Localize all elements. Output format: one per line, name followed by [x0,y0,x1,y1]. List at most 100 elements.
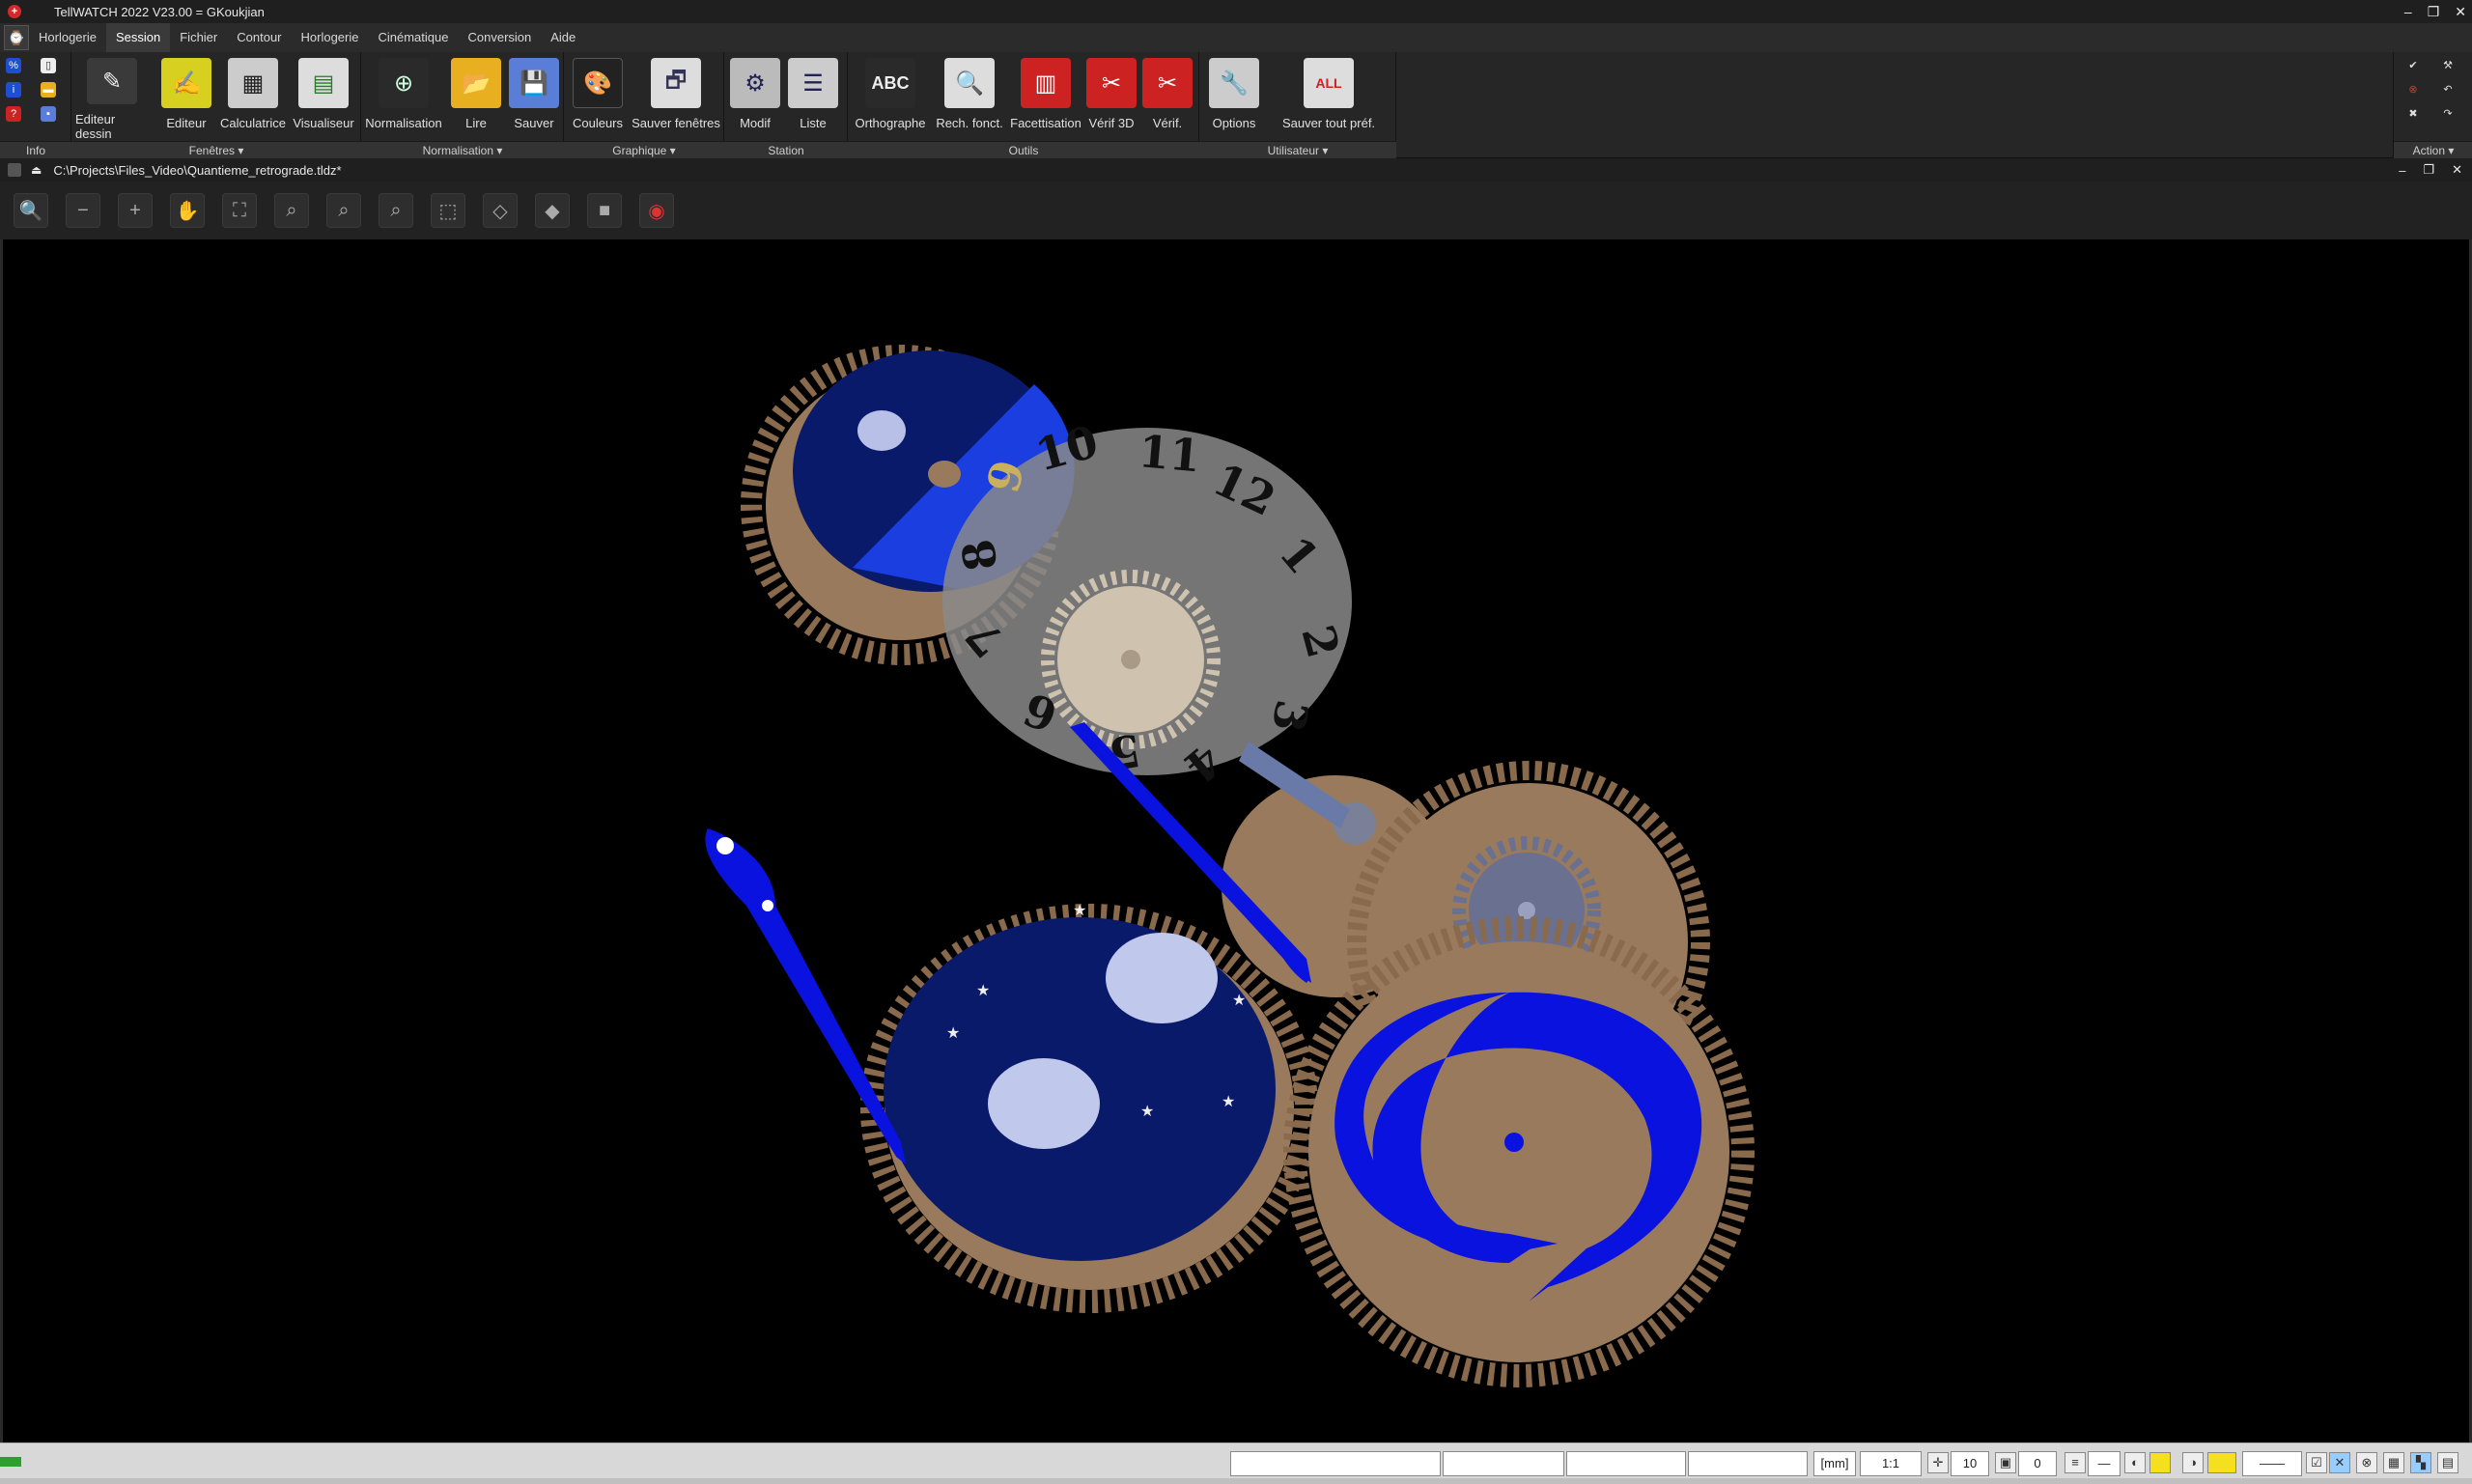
group-caption-graphique[interactable]: Graphique ▾ [564,141,724,158]
layer-field[interactable]: 0 [2018,1451,2057,1476]
close-icon[interactable]: ✕ [2455,4,2466,20]
object-snap-icon[interactable]: ⊗ [2356,1452,2377,1473]
menu-horlogerie[interactable]: Horlogerie [292,23,369,52]
line-style-icon[interactable]: ≡ [2065,1452,2086,1473]
undo-icon[interactable]: ↶ [2440,82,2456,98]
watch-logo-icon[interactable]: ⌚ [4,25,29,50]
verif-button[interactable]: ✂ Vérif. [1141,58,1194,141]
editeur-button[interactable]: ✍ Editeur [161,58,211,141]
document-controls: – ❐ ✕ [2399,158,2462,182]
color-swatch-yellow[interactable] [2149,1452,2171,1473]
cancel-icon[interactable]: ⊗ [2405,82,2421,98]
delete-icon[interactable]: ✖ [2405,106,2421,122]
zoom-realtime-icon[interactable]: ⌕ [379,193,413,228]
tools-icon[interactable]: ⚒ [2440,58,2456,73]
gear-bottom-left: ★ ★ ★ ★ ★ ★ [860,901,1318,1313]
doc-restore-icon[interactable]: ❐ [2423,162,2434,178]
fill-icon[interactable]: ◑ [2182,1452,2204,1473]
orthographe-button[interactable]: ABC Orthographe [852,58,929,141]
action-icons-right: ⚒ ↶ ↷ [2440,58,2456,122]
status-field-2 [1443,1451,1564,1476]
layout-count-icon[interactable]: ▤ [2437,1452,2458,1473]
read-folder-icon: 📂 [451,58,501,108]
sauver-fenetres-button[interactable]: 🗗 Sauver fenêtres [628,58,724,141]
modif-label: Modif [740,116,771,130]
menu-fichier[interactable]: Fichier [170,23,227,52]
info-icon[interactable]: i [6,82,21,98]
3d-viewport[interactable]: 10 11 12 1 2 3 4 5 6 7 8 9 ★ ★ ★ ★ ★ ★ [0,239,2472,1442]
normalisation-button[interactable]: ⊕ Normalisation [363,58,444,141]
group-caption-utilisateur[interactable]: Utilisateur ▾ [1199,141,1396,158]
document-path: C:\Projects\Files_Video\Quantieme_retrog… [53,162,342,178]
zoom-extents-icon[interactable]: ⛶ [222,193,257,228]
zoom-icon[interactable]: 🔍 [14,193,48,228]
layer-icon[interactable]: ▣ [1995,1452,2016,1473]
zoom-previous-icon[interactable]: ⌕ [326,193,361,228]
menu-session[interactable]: Session [105,23,171,52]
ortho-toggle-icon[interactable]: ✕ [2329,1452,2350,1473]
fill-swatch-yellow[interactable] [2207,1452,2236,1473]
status-field-3 [1566,1451,1686,1476]
visualiseur-button[interactable]: ▤ Visualiseur [290,58,357,141]
doc-close-icon[interactable]: ✕ [2452,162,2462,178]
group-caption-action[interactable]: Action ▾ [2394,141,2472,158]
minimize-icon[interactable]: – [2404,4,2412,19]
couleurs-button[interactable]: 🎨 Couleurs [568,58,628,141]
menu-horlogerie-main[interactable]: Horlogerie [29,23,106,52]
group-caption-fenetres[interactable]: Fenêtres ▾ [71,141,361,158]
line-style-field[interactable]: — [2088,1451,2121,1476]
group-caption-normalisation[interactable]: Normalisation ▾ [361,141,564,158]
options-button[interactable]: 🔧 Options [1205,58,1263,141]
pan-hand-icon[interactable]: ✋ [170,193,205,228]
calculatrice-button[interactable]: ▦ Calculatrice [218,58,288,141]
doc-minimize-icon[interactable]: – [2399,163,2405,178]
sauver-button[interactable]: 💾 Sauver [508,58,560,141]
view-toolbar: 🔍 − + ✋ ⛶ ⌕ ⌕ ⌕ ⬚ ◇ ◆ ■ ◉ [0,182,2472,239]
verif-3d-button[interactable]: ✂ Vérif 3D [1080,58,1143,141]
calculatrice-label: Calculatrice [220,116,286,130]
eject-icon[interactable]: ⏏ [31,163,42,177]
scale-field[interactable]: 1:1 [1860,1451,1922,1476]
status-bottom-strip [0,1478,2472,1484]
lire-label: Lire [465,116,487,130]
lire-button[interactable]: 📂 Lire [451,58,501,141]
liste-button[interactable]: ☰ Liste [786,58,840,141]
orbit-icon[interactable]: ◉ [639,193,674,228]
redo-icon[interactable]: ↷ [2440,106,2456,122]
sauver-tout-pref-button[interactable]: ALL Sauver tout préf. [1275,58,1383,141]
grid-display-icon[interactable]: ▦ [2383,1452,2404,1473]
rech-fonct-button[interactable]: 🔍 Rech. fonct. [931,58,1008,141]
help-icon[interactable]: ? [6,106,21,122]
facet-icon: ▥ [1021,58,1071,108]
save-disk-icon[interactable]: ▪ [41,106,56,122]
percent-icon[interactable]: % [6,58,21,73]
hidden-line-cube-icon[interactable]: ◆ [535,193,570,228]
new-file-icon[interactable]: ▯ [41,58,56,73]
viewport-layout-icon[interactable]: ▚ [2410,1452,2431,1473]
grid-snap-icon[interactable]: ✛ [1927,1452,1949,1473]
status-field-1 [1230,1451,1441,1476]
date-dial: 10 11 12 1 2 3 4 5 6 7 8 9 [942,415,1352,794]
unit-field[interactable]: [mm] [1813,1451,1856,1476]
wireframe-cube-icon[interactable]: ◇ [483,193,518,228]
liste-label: Liste [800,116,827,130]
zoom-out-icon[interactable]: − [66,193,100,228]
menu-cinematique[interactable]: Cinématique [368,23,458,52]
snap-toggle-icon[interactable]: ☑ [2306,1452,2327,1473]
modif-button[interactable]: ⚙ Modif [730,58,780,141]
zoom-in-icon[interactable]: + [118,193,153,228]
zoom-window-icon[interactable]: ⌕ [274,193,309,228]
menu-conversion[interactable]: Conversion [458,23,541,52]
shaded-cube-icon[interactable]: ■ [587,193,622,228]
line-weight-field[interactable]: —— [2242,1451,2302,1476]
restore-icon[interactable]: ❐ [2428,4,2440,20]
grid-field[interactable]: 10 [1951,1451,1989,1476]
menu-aide[interactable]: Aide [541,23,585,52]
check-icon[interactable]: ✔ [2405,58,2421,73]
open-folder-icon[interactable]: ▬ [41,82,56,98]
facettisation-button[interactable]: ▥ Facettisation [1002,58,1089,141]
view-3d-icon[interactable]: ⬚ [431,193,465,228]
color-palette-icon[interactable]: ◐ [2124,1452,2146,1473]
editeur-dessin-button[interactable]: ✎ Editeur dessin [75,58,149,141]
menu-contour[interactable]: Contour [227,23,291,52]
